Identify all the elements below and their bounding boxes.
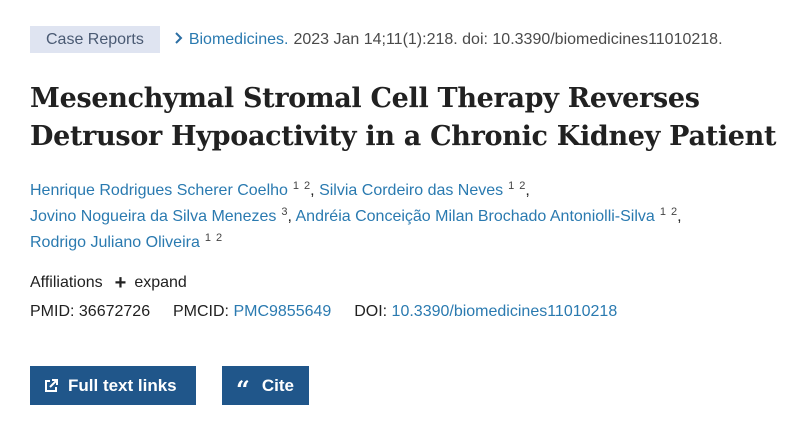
author-item: Henrique Rodrigues Scherer Coelho 1 2 <box>30 180 310 199</box>
author-item: Rodrigo Juliano Oliveira 1 2 <box>30 232 222 251</box>
citation-header: Case Reports Biomedicines. 2023 Jan 14;1… <box>30 26 790 53</box>
author-link[interactable]: Jovino Nogueira da Silva Menezes <box>30 208 276 225</box>
identifiers-row: PMID: 36672726 PMCID: PMC9855649 DOI: 10… <box>30 303 617 321</box>
authors-list: Henrique Rodrigues Scherer Coelho 1 2, Sil… <box>30 178 790 256</box>
article-title: Mesenchymal Stromal Cell Therapy Reverse… <box>30 80 790 156</box>
plus-icon: + <box>114 272 127 294</box>
affiliation-ref[interactable]: 2 <box>216 232 222 244</box>
cite-label: Cite <box>261 375 294 395</box>
author-separator: , <box>287 208 292 225</box>
author-item: Silvia Cordeiro das Neves 1 2 <box>319 180 525 199</box>
full-text-links-label: Full text links <box>68 375 177 395</box>
author-link[interactable]: Rodrigo Juliano Oliveira <box>30 234 200 251</box>
cite-button[interactable]: “ Cite <box>222 366 309 405</box>
doi-link[interactable]: 10.3390/biomedicines11010218 <box>392 303 618 320</box>
affiliations-label: Affiliations <box>30 274 103 291</box>
affiliation-ref[interactable]: 1 <box>205 232 211 244</box>
journal-link[interactable]: Biomedicines. <box>189 31 289 49</box>
author-link[interactable]: Andréia Conceição Milan Brochado Antonio… <box>296 208 655 225</box>
pmid-value: 36672726 <box>78 303 151 320</box>
pmcid-link[interactable]: PMC9855649 <box>233 303 331 320</box>
pmcid-label: PMCID: <box>173 303 229 320</box>
author-separator: , <box>525 182 530 199</box>
affiliations-row: Affiliations + expand <box>30 273 187 293</box>
full-text-links-button[interactable]: Full text links <box>30 366 196 405</box>
citation-details: 2023 Jan 14;11(1):218. doi: 10.3390/biom… <box>293 30 723 48</box>
quote-icon: “ <box>236 374 250 404</box>
expand-affiliations-button[interactable]: + expand <box>115 273 187 293</box>
pmid-label: PMID: <box>30 303 75 320</box>
doi-label: DOI: <box>354 303 388 320</box>
chevron-right-icon <box>174 26 183 53</box>
expand-label: expand <box>134 274 187 291</box>
publication-type-badge[interactable]: Case Reports <box>30 26 160 53</box>
author-item: Andréia Conceição Milan Brochado Antonio… <box>296 206 678 225</box>
affiliation-ref[interactable]: 1 <box>293 180 299 192</box>
author-link[interactable]: Silvia Cordeiro das Neves <box>319 182 503 199</box>
author-item: Jovino Nogueira da Silva Menezes 3 <box>30 206 287 225</box>
external-link-icon <box>44 378 58 393</box>
author-separator: , <box>310 182 315 199</box>
author-link[interactable]: Henrique Rodrigues Scherer Coelho <box>30 182 288 199</box>
title-line-1: Mesenchymal Stromal Cell Therapy Reverse… <box>30 83 700 114</box>
affiliation-ref[interactable]: 1 <box>660 206 666 218</box>
affiliation-ref[interactable]: 1 <box>508 180 514 192</box>
author-separator: , <box>677 208 682 225</box>
title-line-2: Detrusor Hypoactivity in a Chronic Kidne… <box>30 121 777 152</box>
